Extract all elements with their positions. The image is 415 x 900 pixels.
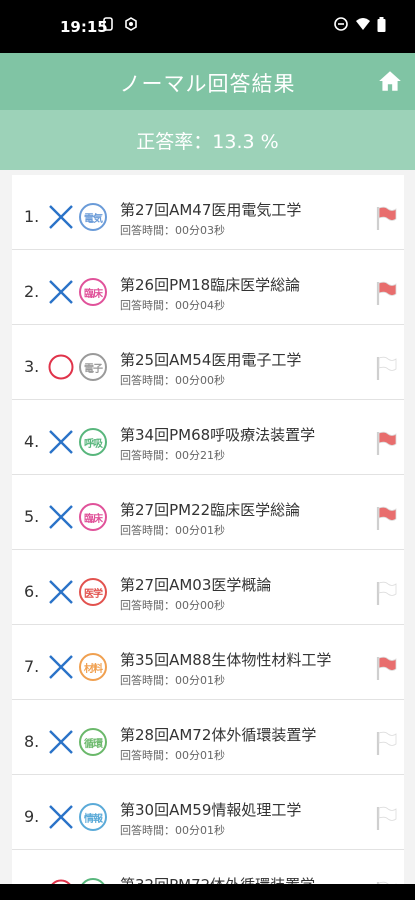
wrong-cross-icon bbox=[49, 430, 73, 454]
answer-time: 回答時間：00分00秒 bbox=[120, 374, 225, 387]
correct-circle-icon bbox=[48, 354, 74, 380]
subject-stamp-icon: 臨床 bbox=[79, 503, 107, 531]
answer-time: 回答時間：00分01秒 bbox=[120, 824, 225, 837]
question-title: 第27回PM22臨床医学総論 bbox=[120, 501, 301, 519]
settings-status-icon bbox=[125, 17, 137, 31]
result-list: 1. 電気 第27回AM47医用電気工学 回答時間：00分03秒 2. 臨床 第26回PM1… bbox=[12, 175, 404, 884]
result-row[interactable]: 8. 循環 第28回AM72体外循環装置学回答時間：00分01秒 bbox=[12, 700, 404, 775]
flag-filled-icon[interactable] bbox=[374, 280, 398, 306]
result-row[interactable]: 2. 臨床 第26回PM18臨床医学総論回答時間：00分04秒 bbox=[12, 250, 404, 325]
flag-filled-icon[interactable] bbox=[374, 505, 398, 531]
wrong-cross-icon bbox=[49, 730, 73, 754]
flag-outline-icon[interactable] bbox=[374, 730, 398, 756]
home-icon[interactable] bbox=[377, 69, 403, 93]
battery-icon bbox=[377, 17, 386, 32]
result-row[interactable]: 9. 情報 第30回AM59情報処理工学回答時間：00分01秒 bbox=[12, 775, 404, 850]
result-number: 1. bbox=[24, 207, 40, 226]
score-text: 正答率：13.3 % bbox=[136, 131, 279, 153]
wrong-cross-icon bbox=[49, 505, 73, 529]
flag-filled-icon[interactable] bbox=[374, 655, 398, 681]
question-title: 第26回PM18臨床医学総論 bbox=[120, 276, 301, 294]
wrong-cross-icon bbox=[49, 280, 73, 304]
sim-icon bbox=[103, 17, 113, 31]
status-bar: 19:15 bbox=[0, 0, 415, 53]
question-title: 第35回AM88生体物性材料工学 bbox=[120, 651, 332, 669]
dnd-icon bbox=[334, 17, 348, 31]
app-toolbar: ノーマル回答結果 bbox=[0, 53, 415, 110]
result-row[interactable]: 7. 材料 第35回AM88生体物性材料工学回答時間：00分01秒 bbox=[12, 625, 404, 700]
flag-filled-icon[interactable] bbox=[374, 205, 398, 231]
subject-stamp-icon: 電気 bbox=[79, 203, 107, 231]
result-number: 3. bbox=[24, 357, 40, 376]
answer-time: 回答時間：00分01秒 bbox=[120, 674, 225, 687]
subject-stamp-icon: 循環 bbox=[79, 728, 107, 756]
subject-stamp-icon: 呼吸 bbox=[79, 428, 107, 456]
result-number: 6. bbox=[24, 582, 40, 601]
answer-time: 回答時間：00分00秒 bbox=[120, 599, 225, 612]
subject-stamp-icon: 臨床 bbox=[79, 278, 107, 306]
score-bar: 正答率：13.3 % bbox=[0, 110, 415, 170]
wifi-icon bbox=[356, 18, 370, 30]
question-title: 第27回AM03医学概論 bbox=[120, 576, 272, 594]
question-title: 第30回AM59情報処理工学 bbox=[120, 801, 302, 819]
question-title: 第34回PM68呼吸療法装置学 bbox=[120, 426, 316, 444]
result-row[interactable]: 6. 医学 第27回AM03医学概論回答時間：00分00秒 bbox=[12, 550, 404, 625]
result-number: 8. bbox=[24, 732, 40, 751]
subject-stamp-icon: 情報 bbox=[79, 803, 107, 831]
result-number: 4. bbox=[24, 432, 40, 451]
result-number: 5. bbox=[24, 507, 40, 526]
answer-time: 回答時間：00分01秒 bbox=[120, 524, 225, 537]
subject-stamp-icon: 医学 bbox=[79, 578, 107, 606]
result-row[interactable]: 1. 電気 第27回AM47医用電気工学回答時間：00分03秒 bbox=[12, 175, 404, 250]
page-title: ノーマル回答結果 bbox=[119, 72, 296, 96]
result-row[interactable]: 5. 臨床 第27回PM22臨床医学総論回答時間：00分01秒 bbox=[12, 475, 404, 550]
result-number: 9. bbox=[24, 807, 40, 826]
answer-time: 回答時間：00分04秒 bbox=[120, 299, 225, 312]
result-row[interactable]: 4. 呼吸 第34回PM68呼吸療法装置学回答時間：00分21秒 bbox=[12, 400, 404, 475]
wrong-cross-icon bbox=[49, 805, 73, 829]
result-number: 2. bbox=[24, 282, 40, 301]
result-row[interactable]: 10.第32回PM72体外循環装置学 bbox=[12, 850, 404, 884]
question-title: 第32回PM72体外循環装置学 bbox=[120, 874, 315, 884]
subject-stamp-icon: 材料 bbox=[79, 653, 107, 681]
app-screen: ノーマル回答結果 正答率：13.3 % 1. 電気 第27回AM47医用電気工学回答… bbox=[0, 53, 415, 884]
wrong-cross-icon bbox=[49, 205, 73, 229]
navigation-bar bbox=[0, 884, 415, 900]
flag-outline-icon[interactable] bbox=[374, 805, 398, 831]
result-row[interactable]: 3. 電子 第25回AM54医用電子工学回答時間：00分00秒 bbox=[12, 325, 404, 400]
flag-outline-icon[interactable] bbox=[374, 580, 398, 606]
flag-outline-icon[interactable] bbox=[374, 355, 398, 381]
question-title: 第27回AM47医用電気工学 bbox=[120, 201, 302, 219]
question-title: 第28回AM72体外循環装置学 bbox=[120, 726, 317, 744]
answer-time: 回答時間：00分01秒 bbox=[120, 749, 225, 762]
wrong-cross-icon bbox=[49, 655, 73, 679]
result-number: 7. bbox=[24, 657, 40, 676]
subject-stamp-icon: 電子 bbox=[79, 353, 107, 381]
answer-time: 回答時間：00分21秒 bbox=[120, 449, 225, 462]
question-title: 第25回AM54医用電子工学 bbox=[120, 351, 302, 369]
answer-time: 回答時間：00分03秒 bbox=[120, 224, 225, 237]
status-time: 19:15 bbox=[60, 18, 108, 36]
flag-filled-icon[interactable] bbox=[374, 430, 398, 456]
wrong-cross-icon bbox=[49, 580, 73, 604]
